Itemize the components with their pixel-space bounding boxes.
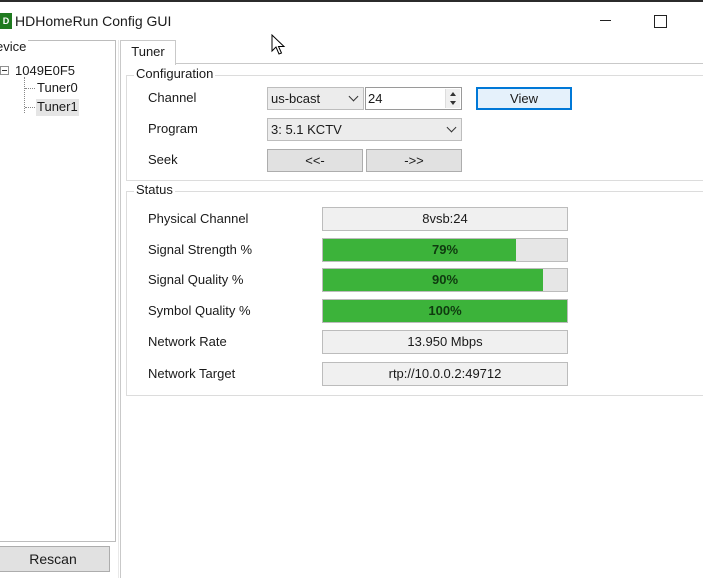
signal-quality-bar: 90% — [322, 268, 568, 292]
program-select[interactable]: 3: 5.1 KCTV — [267, 118, 462, 141]
mouse-pointer-icon — [271, 34, 286, 55]
network-rate-label: Network Rate — [148, 334, 227, 349]
status-legend: Status — [134, 182, 175, 197]
chevron-down-icon — [348, 91, 359, 102]
app-icon: D — [0, 13, 12, 29]
network-target-value: rtp://10.0.0.2:49712 — [322, 362, 568, 386]
panel-divider — [118, 40, 119, 578]
device-group: evice 1049E0F5 Tuner0 Tuner1 — [0, 39, 116, 542]
network-rate-value: 13.950 Mbps — [322, 330, 568, 354]
configuration-group: Configuration Channel us-bcast 24 View P… — [126, 66, 703, 181]
title-bar[interactable]: D HDHomeRun Config GUI — [0, 0, 703, 38]
seek-label: Seek — [148, 152, 178, 167]
channel-map-value: us-bcast — [271, 91, 321, 106]
symbol-quality-label: Symbol Quality % — [148, 303, 251, 318]
tree-collapse-icon[interactable] — [0, 66, 9, 75]
channel-number-stepper[interactable]: 24 — [365, 87, 462, 110]
channel-map-select[interactable]: us-bcast — [267, 87, 364, 110]
spin-down-icon[interactable] — [450, 101, 456, 105]
tree-connector — [25, 88, 35, 89]
window-title: HDHomeRun Config GUI — [15, 13, 172, 29]
spin-up-icon[interactable] — [450, 92, 456, 96]
channel-number-value: 24 — [368, 91, 383, 106]
seek-forward-button[interactable]: ->> — [366, 149, 462, 172]
device-group-label: evice — [0, 39, 29, 54]
signal-strength-bar: 79% — [322, 238, 568, 262]
program-label: Program — [148, 121, 198, 136]
seek-back-button[interactable]: <<- — [267, 149, 363, 172]
maximize-icon[interactable] — [651, 10, 671, 30]
channel-label: Channel — [148, 90, 197, 105]
physical-channel-value: 8vsb:24 — [322, 207, 568, 231]
tab-strip: Tuner — [120, 40, 703, 65]
view-button[interactable]: View — [476, 87, 572, 110]
device-tree[interactable]: 1049E0F5 Tuner0 Tuner1 — [0, 63, 112, 541]
symbol-quality-value: 100% — [428, 303, 462, 318]
device-id-label[interactable]: 1049E0F5 — [15, 63, 75, 78]
physical-channel-label: Physical Channel — [148, 211, 249, 226]
configuration-legend: Configuration — [134, 66, 216, 81]
signal-quality-label: Signal Quality % — [148, 272, 244, 287]
program-value: 3: 5.1 KCTV — [271, 122, 342, 137]
minimize-icon[interactable] — [597, 10, 617, 30]
tab-tuner[interactable]: Tuner — [120, 40, 176, 65]
status-group: Status Physical Channel 8vsb:24 Signal S… — [126, 182, 703, 396]
stepper-buttons[interactable] — [445, 89, 460, 108]
chevron-down-icon — [446, 122, 457, 133]
network-target-label: Network Target — [148, 366, 236, 381]
tree-node-tuner1[interactable]: Tuner1 — [36, 99, 79, 116]
signal-strength-label: Signal Strength % — [148, 242, 253, 257]
tree-node-tuner0[interactable]: Tuner0 — [36, 80, 79, 97]
tree-connector — [25, 107, 35, 108]
signal-strength-value: 79% — [431, 242, 459, 257]
tuner-tab-page: Configuration Channel us-bcast 24 View P… — [120, 63, 703, 578]
signal-quality-value: 90% — [431, 272, 459, 287]
symbol-quality-bar: 100% — [322, 299, 568, 323]
rescan-button[interactable]: Rescan — [0, 546, 110, 572]
